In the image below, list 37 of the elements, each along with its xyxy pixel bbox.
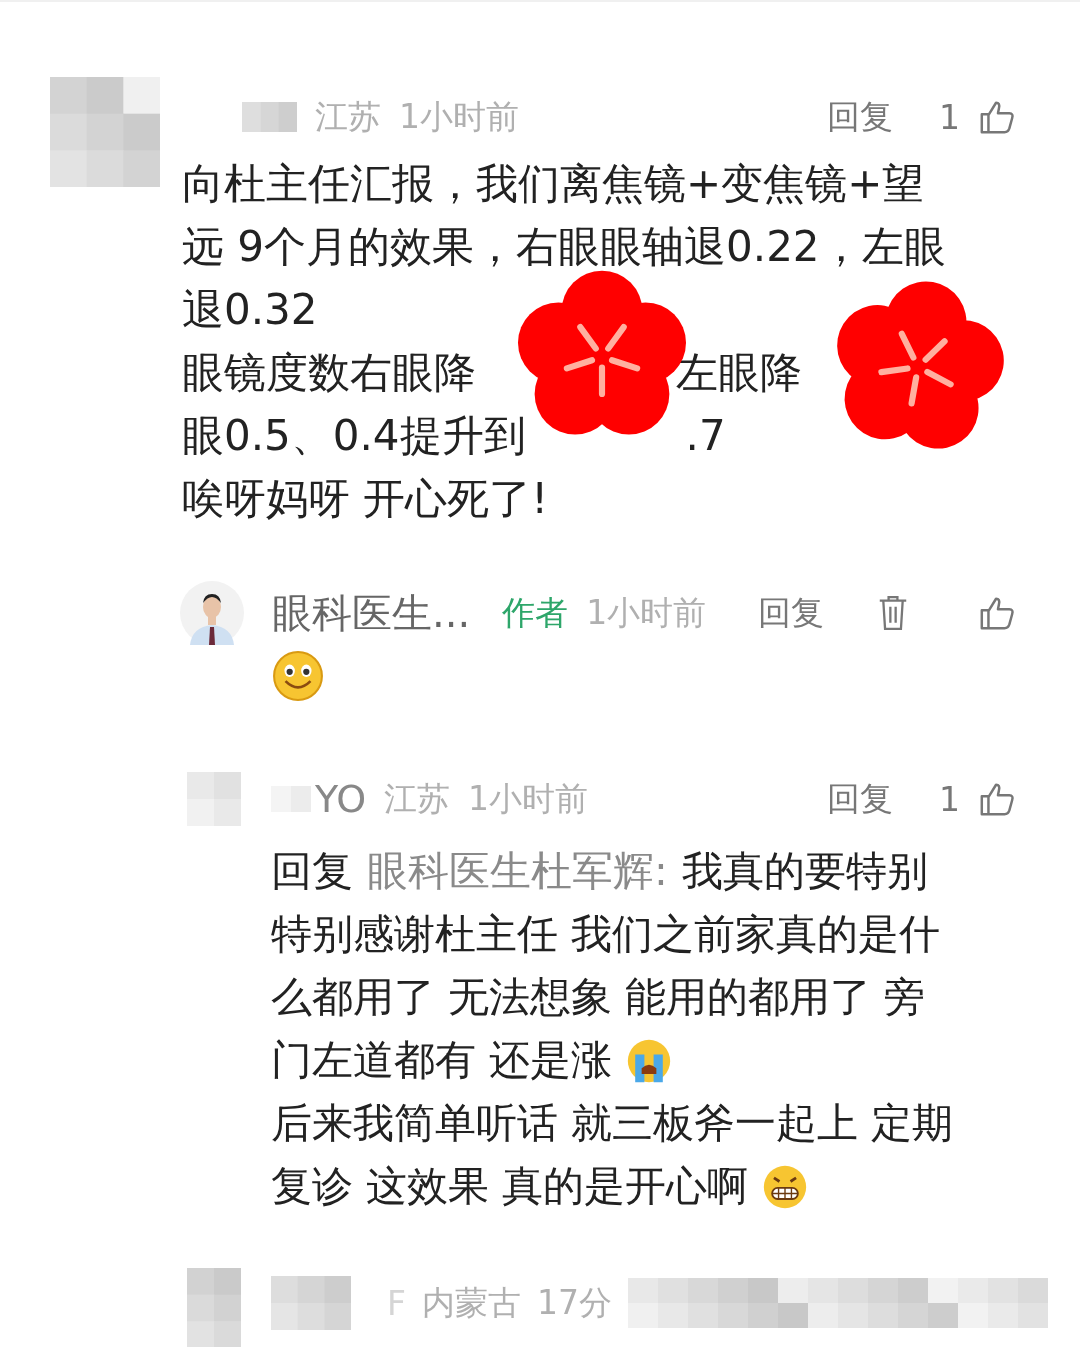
timestamp: 1小时前 [586, 591, 707, 634]
comment-text: 左眼降 [676, 347, 802, 399]
timestamp: 1小时前 [399, 95, 519, 138]
mention-link[interactable]: 眼科医生杜军辉: [367, 840, 668, 903]
user-name[interactable]: YO [315, 777, 367, 821]
like-count: 1 [939, 97, 960, 137]
smiling-emoji-icon [272, 650, 324, 702]
comment-text: 复诊 这效果 真的是开心啊 [271, 1161, 749, 1212]
comment-text: 眼0.5、0.4提升到 [182, 410, 526, 462]
comment-text: 回复 [271, 846, 353, 897]
comment-text: 唉呀妈呀 开心死了! [182, 473, 549, 525]
comment-text: 我真的要特别 [681, 846, 928, 897]
grinning-emoji-icon [762, 1163, 809, 1210]
author-tag: 作者 [502, 590, 569, 636]
reply-button[interactable]: 回复 [758, 590, 824, 636]
location: 江苏 [315, 95, 381, 138]
comment-text: 退0.32 [182, 284, 318, 336]
location: 内蒙古 [422, 1281, 521, 1324]
reply-button[interactable]: 回复 [827, 94, 893, 140]
comment-text: 特别感谢杜主任 我们之前家真的是什 [271, 909, 941, 960]
reply-button[interactable]: 回复 [827, 776, 893, 822]
comment-text: 远 9个月的效果，右眼眼轴退0.22，左眼 [182, 221, 946, 273]
author-name[interactable]: 眼科医生... [272, 585, 471, 641]
location: 江苏 [384, 777, 451, 820]
pixelated-name [242, 102, 297, 132]
timestamp: 17分 [537, 1281, 612, 1324]
comment-text: 门左道都有 还是涨 [271, 1035, 613, 1086]
timestamp: 1小时前 [468, 777, 589, 820]
like-count: 1 [939, 779, 960, 819]
pixelated-avatar [187, 772, 241, 826]
comment-text: .7 [685, 410, 726, 462]
comment-text: 眼镜度数右眼降 [182, 347, 476, 399]
comment-text: 么都用了 无法想象 能用的都用了 旁 [271, 972, 926, 1023]
comment-text: 向杜主任汇报，我们离焦镜+变焦镜+望 [182, 158, 925, 210]
delete-icon[interactable] [878, 594, 908, 632]
crying-emoji-icon [626, 1037, 673, 1084]
comment-text: 后来我简单听话 就三板斧一起上 定期 [271, 1098, 954, 1149]
